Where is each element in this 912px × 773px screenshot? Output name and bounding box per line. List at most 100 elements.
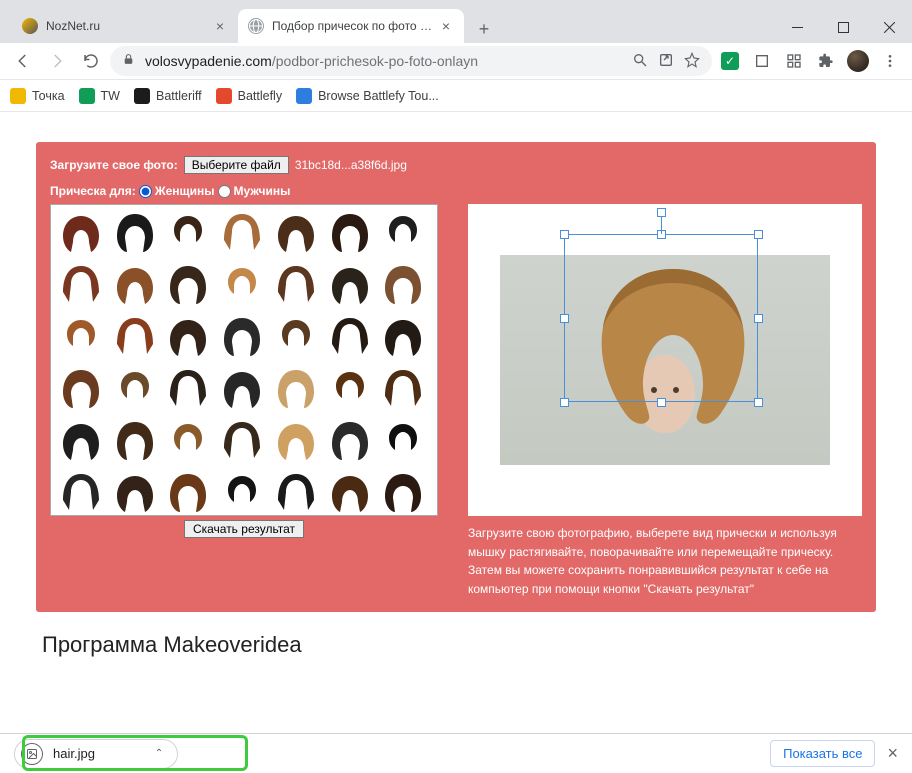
hairstyle-thumb[interactable]	[379, 467, 427, 516]
hairstyle-thumb[interactable]	[218, 259, 266, 309]
extension-adblock-icon[interactable]: ✓	[716, 47, 744, 75]
extension-icon[interactable]	[748, 47, 776, 75]
hairstyle-thumb[interactable]	[379, 311, 427, 361]
hairstyle-thumb[interactable]	[111, 415, 159, 465]
close-downloads-bar-icon[interactable]: ×	[887, 743, 898, 764]
close-window-button[interactable]	[866, 11, 912, 43]
browser-toolbar: volosvypadenie.com/podbor-prichesok-po-f…	[0, 43, 912, 80]
resize-handle[interactable]	[657, 398, 666, 407]
reload-button[interactable]	[76, 46, 106, 76]
show-all-downloads-button[interactable]: Показать все	[770, 740, 875, 767]
download-result-button[interactable]: Скачать результат	[184, 520, 304, 538]
hairstyle-thumb[interactable]	[57, 467, 105, 516]
bookmark-item[interactable]: Battlefly	[216, 88, 282, 104]
hairstyle-thumb[interactable]	[326, 259, 374, 309]
hairstyle-thumb[interactable]	[57, 363, 105, 413]
hairstyle-thumb[interactable]	[164, 415, 212, 465]
bookmark-item[interactable]: TW	[79, 88, 120, 104]
hairstyle-thumb[interactable]	[57, 207, 105, 257]
close-icon[interactable]: ×	[212, 18, 228, 34]
gender-option-men: Мужчины	[234, 184, 291, 198]
resize-handle[interactable]	[754, 398, 763, 407]
browser-tab-active[interactable]: Подбор причесок по фото онла ×	[238, 9, 464, 43]
hairstyle-thumb[interactable]	[272, 363, 320, 413]
new-tab-button[interactable]: +	[470, 15, 498, 43]
resize-handle[interactable]	[754, 314, 763, 323]
share-icon[interactable]	[658, 52, 674, 71]
rotate-handle[interactable]	[657, 208, 666, 217]
search-icon[interactable]	[632, 52, 648, 71]
resize-handle[interactable]	[560, 398, 569, 407]
hairstyle-thumb[interactable]	[379, 363, 427, 413]
selection-box[interactable]	[564, 234, 758, 402]
bookmark-label: TW	[101, 89, 120, 103]
resize-handle[interactable]	[560, 230, 569, 239]
gender-radio-men[interactable]	[218, 185, 231, 198]
gender-row: Прическа для: Женщины Мужчины	[50, 184, 862, 198]
back-button[interactable]	[8, 46, 38, 76]
hairstyle-thumb[interactable]	[111, 207, 159, 257]
download-filename: hair.jpg	[53, 746, 95, 761]
hairstyle-thumb[interactable]	[164, 259, 212, 309]
hairstyle-thumb[interactable]	[272, 415, 320, 465]
close-icon[interactable]: ×	[438, 18, 454, 34]
maximize-button[interactable]	[820, 11, 866, 43]
hairstyle-thumb[interactable]	[379, 207, 427, 257]
hairstyle-thumb[interactable]	[218, 415, 266, 465]
hairstyle-thumbnails-pane[interactable]	[50, 204, 438, 516]
hairstyle-thumb[interactable]	[164, 311, 212, 361]
hairstyle-thumb[interactable]	[272, 259, 320, 309]
bookmark-item[interactable]: Browse Battlefy Tou...	[296, 88, 439, 104]
extensions-puzzle-icon[interactable]	[812, 47, 840, 75]
resize-handle[interactable]	[754, 230, 763, 239]
preview-pane[interactable]	[468, 204, 862, 516]
hairstyle-thumb[interactable]	[111, 259, 159, 309]
hairstyle-thumb[interactable]	[326, 207, 374, 257]
hairstyle-thumb[interactable]	[272, 207, 320, 257]
hairstyle-thumb[interactable]	[326, 311, 374, 361]
hairstyle-thumb[interactable]	[218, 311, 266, 361]
extension-icon[interactable]	[780, 47, 808, 75]
hairstyle-thumb[interactable]	[57, 311, 105, 361]
hairstyle-thumb[interactable]	[326, 363, 374, 413]
hairstyle-thumb[interactable]	[111, 363, 159, 413]
hairstyle-thumb[interactable]	[57, 259, 105, 309]
hairstyle-thumb[interactable]	[272, 311, 320, 361]
hairstyle-thumb[interactable]	[326, 415, 374, 465]
hairstyle-thumb[interactable]	[164, 363, 212, 413]
bookmark-label: Battlefly	[238, 89, 282, 103]
profile-avatar[interactable]	[844, 47, 872, 75]
forward-button[interactable]	[42, 46, 72, 76]
hairstyle-thumb[interactable]	[218, 467, 266, 516]
bookmark-item[interactable]: Точка	[10, 88, 65, 104]
hairstyle-thumb[interactable]	[111, 467, 159, 516]
hairstyle-thumb[interactable]	[218, 207, 266, 257]
globe-icon	[248, 18, 264, 34]
bookmark-label: Battleriff	[156, 89, 202, 103]
upload-label: Загрузите свое фото:	[50, 158, 178, 172]
resize-handle[interactable]	[560, 314, 569, 323]
choose-file-button[interactable]: Выберите файл	[184, 156, 289, 174]
hairstyle-thumb[interactable]	[272, 467, 320, 516]
bookmark-item[interactable]: Battleriff	[134, 88, 202, 104]
star-icon[interactable]	[684, 52, 700, 71]
menu-icon[interactable]	[876, 47, 904, 75]
rotate-line	[661, 217, 662, 234]
bookmark-label: Точка	[32, 89, 65, 103]
gender-radio-women[interactable]	[139, 185, 152, 198]
gender-option-women: Женщины	[155, 184, 215, 198]
minimize-button[interactable]	[774, 11, 820, 43]
address-bar[interactable]: volosvypadenie.com/podbor-prichesok-po-f…	[110, 46, 712, 76]
hairstyle-thumb[interactable]	[326, 467, 374, 516]
hairstyle-thumb[interactable]	[379, 259, 427, 309]
hairstyle-thumb[interactable]	[164, 467, 212, 516]
hairstyle-thumb[interactable]	[379, 415, 427, 465]
hairstyle-thumb[interactable]	[218, 363, 266, 413]
hairstyle-thumb[interactable]	[111, 311, 159, 361]
hairstyle-thumb[interactable]	[57, 415, 105, 465]
hairstyle-thumb[interactable]	[164, 207, 212, 257]
download-chip[interactable]: hair.jpg ⌃	[14, 739, 178, 769]
tab-title: NozNet.ru	[46, 19, 212, 33]
chevron-up-icon[interactable]: ⌃	[155, 748, 163, 759]
browser-tab[interactable]: NozNet.ru ×	[12, 9, 238, 43]
